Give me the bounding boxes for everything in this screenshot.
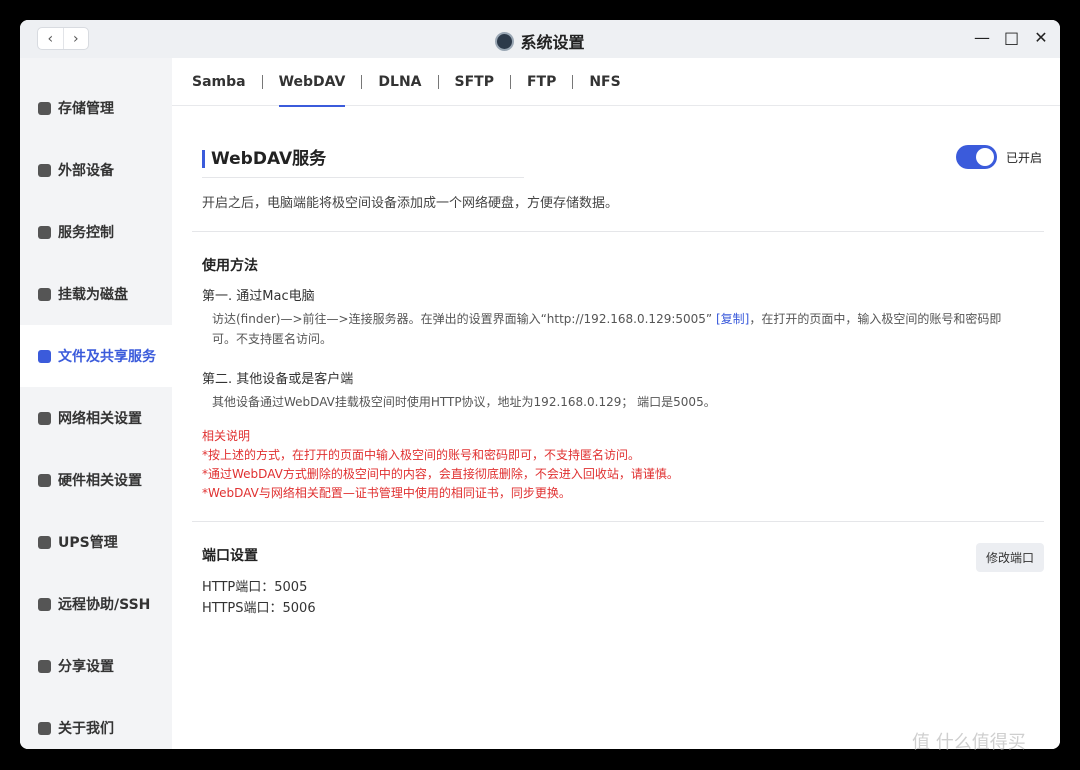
info-icon xyxy=(38,721,51,735)
mac-text-part: ，在打开的页面中，输入极空间的账号和密码即 xyxy=(749,312,1002,326)
sidebar-item-label: 服务控制 xyxy=(58,225,114,241)
terminal-icon xyxy=(38,597,51,611)
mac-text-part: 可。不支持匿名访问。 xyxy=(212,332,333,346)
window-title-group: 系统设置 xyxy=(20,29,1060,53)
main-panel: Samba WebDAV DLNA SFTP FTP NFS WebDAV服务 … xyxy=(172,58,1060,749)
copy-link[interactable]: [复制] xyxy=(716,312,749,326)
window-title: 系统设置 xyxy=(520,33,585,52)
sidebar-item-label: 远程协助/SSH xyxy=(58,597,151,613)
sidebar-item-network[interactable]: 网络相关设置 xyxy=(20,387,172,449)
maximize-icon[interactable]: □ xyxy=(1004,28,1019,47)
notes-title: 相关说明 xyxy=(202,429,251,443)
title-bar: ‹ › 系统设置 — □ ✕ xyxy=(20,20,1060,58)
mac-method-title: 第一. 通过Mac电脑 xyxy=(202,289,315,304)
sidebar-item-label: 外部设备 xyxy=(58,163,114,179)
note-line: *通过WebDAV方式删除的极空间中的内容，会直接彻底删除，不会进入回收站，请谨… xyxy=(202,467,679,481)
sidebar-item-ssh[interactable]: 远程协助/SSH xyxy=(20,573,172,635)
sidebar-item-label: 关于我们 xyxy=(58,721,114,737)
service-description: 开启之后，电脑端能将极空间设备添加成一个网络硬盘，方便存储数据。 xyxy=(202,196,619,211)
window-controls: — □ ✕ xyxy=(974,28,1048,47)
tab-samba[interactable]: Samba xyxy=(192,58,246,106)
tab-divider xyxy=(509,74,511,89)
minimize-icon[interactable]: — xyxy=(974,28,990,47)
sidebar-item-hardware[interactable]: 硬件相关设置 xyxy=(20,449,172,511)
service-title: WebDAV服务 xyxy=(202,150,326,168)
mac-text-part: 访达(finder)—>前往—>连接服务器。在弹出的设置界面输入“http://… xyxy=(212,312,713,326)
sidebar-item-label: 网络相关设置 xyxy=(58,411,142,427)
file-share-icon xyxy=(38,349,51,363)
sidebar-item-label: 硬件相关设置 xyxy=(58,473,142,489)
globe-icon xyxy=(38,411,51,425)
tab-nfs[interactable]: NFS xyxy=(589,58,620,106)
tab-divider xyxy=(572,74,574,89)
edit-port-button[interactable]: 修改端口 xyxy=(976,543,1044,572)
sidebar: 存储管理 外部设备 服务控制 挂载为磁盘 文件及共享服务 网络相关设置 硬件相关… xyxy=(20,58,172,749)
watermark: 值 什么值得买 xyxy=(912,732,1026,753)
service-toggle[interactable] xyxy=(956,145,997,169)
tab-sftp[interactable]: SFTP xyxy=(455,58,494,106)
app-icon xyxy=(495,31,515,51)
sidebar-item-about[interactable]: 关于我们 xyxy=(20,697,172,749)
mac-method-text: 访达(finder)—>前往—>连接服务器。在弹出的设置界面输入“http://… xyxy=(212,309,1034,349)
tab-divider xyxy=(361,74,363,89)
close-icon[interactable]: ✕ xyxy=(1034,28,1048,47)
sidebar-item-external-devices[interactable]: 外部设备 xyxy=(20,139,172,201)
tab-divider xyxy=(261,74,263,89)
https-port: HTTPS端口：5006 xyxy=(202,601,316,616)
sidebar-item-service-control[interactable]: 服务控制 xyxy=(20,201,172,263)
other-method-text: 其他设备通过WebDAV挂载极空间时使用HTTP协议，地址为192.168.0.… xyxy=(212,395,716,409)
note-line: *按上述的方式，在打开的页面中输入极空间的账号和密码即可，不支持匿名访问。 xyxy=(202,448,641,462)
other-method-title: 第二. 其他设备或是客户端 xyxy=(202,372,354,387)
sidebar-item-mount-disk[interactable]: 挂载为磁盘 xyxy=(20,263,172,325)
usage-title: 使用方法 xyxy=(202,258,258,274)
sidebar-item-share[interactable]: 分享设置 xyxy=(20,635,172,697)
tab-divider xyxy=(437,74,439,89)
section-divider xyxy=(192,521,1044,522)
sidebar-item-storage[interactable]: 存储管理 xyxy=(20,77,172,139)
ups-icon xyxy=(38,535,51,549)
http-port: HTTP端口：5005 xyxy=(202,580,308,595)
title-underline xyxy=(202,177,524,178)
tab-webdav[interactable]: WebDAV xyxy=(278,58,345,107)
sidebar-item-label: 分享设置 xyxy=(58,659,114,675)
ports-title: 端口设置 xyxy=(202,548,258,564)
sidebar-item-ups[interactable]: UPS管理 xyxy=(20,511,172,573)
disk-icon xyxy=(38,287,51,301)
tab-dlna[interactable]: DLNA xyxy=(378,58,421,106)
share-icon xyxy=(38,659,51,673)
toggle-status-label: 已开启 xyxy=(1006,151,1043,165)
sidebar-item-label: UPS管理 xyxy=(58,535,118,551)
settings-window: ‹ › 系统设置 — □ ✕ 存储管理 外部设备 服务控制 挂载为磁盘 文件及共… xyxy=(20,20,1060,749)
grid-icon xyxy=(38,473,51,487)
database-icon xyxy=(38,101,51,115)
notes-block: 相关说明 *按上述的方式，在打开的页面中输入极空间的账号和密码即可，不支持匿名访… xyxy=(202,427,679,503)
sidebar-item-file-share[interactable]: 文件及共享服务 xyxy=(20,325,172,387)
toggle-icon xyxy=(38,225,51,239)
section-divider xyxy=(192,231,1044,232)
sidebar-item-label: 存储管理 xyxy=(58,101,114,117)
note-line: *WebDAV与网络相关配置—证书管理中使用的相同证书，同步更换。 xyxy=(202,486,571,500)
sidebar-item-label: 挂载为磁盘 xyxy=(58,287,128,303)
sidebar-item-label: 文件及共享服务 xyxy=(58,349,156,365)
device-icon xyxy=(38,163,51,177)
tab-ftp[interactable]: FTP xyxy=(527,58,556,106)
tab-bar: Samba WebDAV DLNA SFTP FTP NFS xyxy=(172,58,1060,107)
